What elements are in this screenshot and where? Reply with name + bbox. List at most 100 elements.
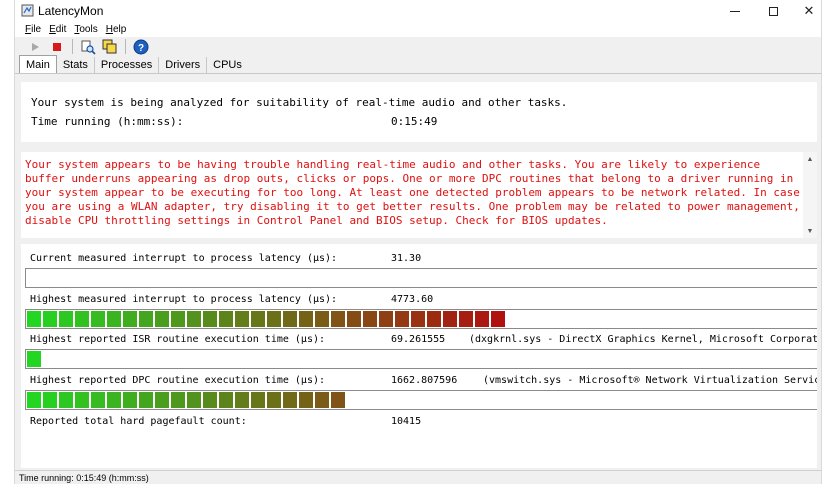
meter-segment bbox=[251, 311, 265, 327]
minimize-button[interactable] bbox=[717, 0, 753, 22]
analyze-button[interactable] bbox=[80, 39, 96, 55]
time-running-value: 0:15:49 bbox=[391, 115, 438, 128]
highest-dpc-driver: (vmswitch.sys - Microsoft® Network Virtu… bbox=[483, 375, 817, 386]
play-icon bbox=[31, 42, 39, 51]
meter-segment bbox=[155, 311, 169, 327]
menu-help-accel: H bbox=[105, 24, 113, 35]
warning-text: Your system appears to be having trouble… bbox=[25, 158, 800, 227]
meter-segment bbox=[283, 392, 297, 408]
highest-latency-bar-fill bbox=[27, 311, 507, 327]
menu-tools[interactable]: Tools bbox=[74, 24, 97, 35]
tab-processes[interactable]: Processes bbox=[95, 57, 160, 73]
tab-stats[interactable]: Stats bbox=[57, 57, 95, 73]
highest-dpc-value: 1662.807596 bbox=[391, 375, 458, 386]
tab-main[interactable]: Main bbox=[19, 55, 57, 73]
meter-segment bbox=[43, 392, 57, 408]
stop-button[interactable] bbox=[49, 39, 65, 55]
highest-isr-value: 69.261555 bbox=[391, 334, 446, 345]
menu-file-label: ile bbox=[31, 24, 42, 35]
tab-cpus[interactable]: CPUs bbox=[207, 57, 248, 73]
menu-edit[interactable]: Edit bbox=[49, 24, 66, 35]
tab-main-label: Main bbox=[26, 58, 50, 71]
meter-segment bbox=[315, 311, 329, 327]
meter-segment bbox=[347, 311, 361, 327]
tab-drivers-label: Drivers bbox=[165, 59, 201, 71]
highest-isr-bar bbox=[25, 349, 817, 369]
maximize-icon bbox=[768, 6, 778, 16]
meter-segment bbox=[187, 392, 201, 408]
current-latency-bar bbox=[25, 268, 817, 288]
menu-file[interactable]: File bbox=[25, 24, 41, 35]
meter-segment bbox=[43, 311, 57, 327]
meter-segment bbox=[75, 311, 89, 327]
meter-segment bbox=[203, 311, 217, 327]
current-latency-value: 31.30 bbox=[391, 253, 422, 264]
time-running-label: Time running (h:mm:ss): bbox=[31, 115, 184, 128]
meter-segment bbox=[75, 392, 89, 408]
analysis-panel: Your system is being analyzed for suitab… bbox=[21, 82, 817, 142]
copy-button[interactable] bbox=[102, 39, 118, 55]
meter-segment bbox=[251, 392, 265, 408]
svg-text:?: ? bbox=[138, 43, 144, 54]
meter-segment bbox=[363, 311, 377, 327]
help-icon: ? bbox=[133, 39, 149, 54]
toolbar-separator bbox=[125, 39, 126, 54]
status-text: Time running: 0:15:49 (h:mm:ss) bbox=[19, 472, 149, 483]
meter-segment bbox=[443, 311, 457, 327]
meter-segment bbox=[27, 351, 41, 367]
highest-isr-driver: (dxgkrnl.sys - DirectX Graphics Kernel, … bbox=[469, 334, 817, 345]
pagefault-label: Reported total hard pagefault count: bbox=[30, 416, 247, 427]
meter-segment bbox=[171, 311, 185, 327]
app-icon bbox=[21, 4, 34, 17]
status-bar: Time running: 0:15:49 (h:mm:ss) bbox=[15, 470, 821, 484]
menu-tools-label: ools bbox=[79, 24, 98, 35]
meter-segment bbox=[315, 392, 329, 408]
scroll-down-icon[interactable]: ▼ bbox=[805, 226, 815, 236]
meter-segment bbox=[139, 311, 153, 327]
close-icon: ✕ bbox=[803, 3, 815, 18]
meter-segment bbox=[331, 311, 345, 327]
warning-panel: Your system appears to be having trouble… bbox=[21, 152, 817, 238]
highest-dpc-label: Highest reported DPC routine execution t… bbox=[30, 375, 326, 386]
highest-dpc-bar-fill bbox=[27, 392, 347, 408]
meter-segment bbox=[139, 392, 153, 408]
meter-segment bbox=[235, 392, 249, 408]
meter-segment bbox=[171, 392, 185, 408]
tab-stats-label: Stats bbox=[62, 59, 88, 71]
toolbar-separator bbox=[72, 39, 73, 54]
maximize-button[interactable] bbox=[755, 0, 791, 22]
meter-segment bbox=[475, 311, 489, 327]
meter-segment bbox=[107, 392, 121, 408]
menu-help-label: elp bbox=[112, 24, 127, 35]
menu-edit-label: dit bbox=[55, 24, 67, 35]
current-latency-label: Current measured interrupt to process la… bbox=[30, 253, 338, 264]
highest-latency-bar bbox=[25, 309, 817, 329]
menu-help[interactable]: Help bbox=[106, 24, 127, 35]
meter-segment bbox=[91, 311, 105, 327]
window-title: LatencyMon bbox=[38, 4, 104, 18]
analyze-icon bbox=[81, 40, 96, 55]
copy-icon bbox=[102, 39, 117, 53]
menu-bar: File Edit Tools Help bbox=[15, 22, 821, 37]
latencymon-window: LatencyMon ✕ File Edit Tools Help ? Main… bbox=[14, 0, 822, 484]
meter-segment bbox=[219, 311, 233, 327]
tab-cpus-label: CPUs bbox=[213, 59, 242, 71]
close-button[interactable]: ✕ bbox=[791, 0, 827, 22]
tab-drivers[interactable]: Drivers bbox=[159, 57, 208, 73]
highest-isr-bar-fill bbox=[27, 351, 43, 367]
meter-segment bbox=[427, 311, 441, 327]
meter-segment bbox=[59, 311, 73, 327]
tab-bar: Main Stats Processes Drivers CPUs bbox=[15, 55, 821, 74]
metrics-panel: Current measured interrupt to process la… bbox=[21, 244, 817, 468]
scroll-up-icon[interactable]: ▲ bbox=[805, 154, 815, 164]
meter-segment bbox=[203, 392, 217, 408]
meter-segment bbox=[299, 392, 313, 408]
help-button[interactable]: ? bbox=[133, 39, 149, 55]
highest-isr-label: Highest reported ISR routine execution t… bbox=[30, 334, 326, 345]
start-button[interactable] bbox=[27, 39, 43, 55]
meter-segment bbox=[411, 311, 425, 327]
pagefault-value: 10415 bbox=[391, 416, 422, 427]
meter-segment bbox=[267, 311, 281, 327]
meter-segment bbox=[331, 392, 345, 408]
meter-segment bbox=[155, 392, 169, 408]
